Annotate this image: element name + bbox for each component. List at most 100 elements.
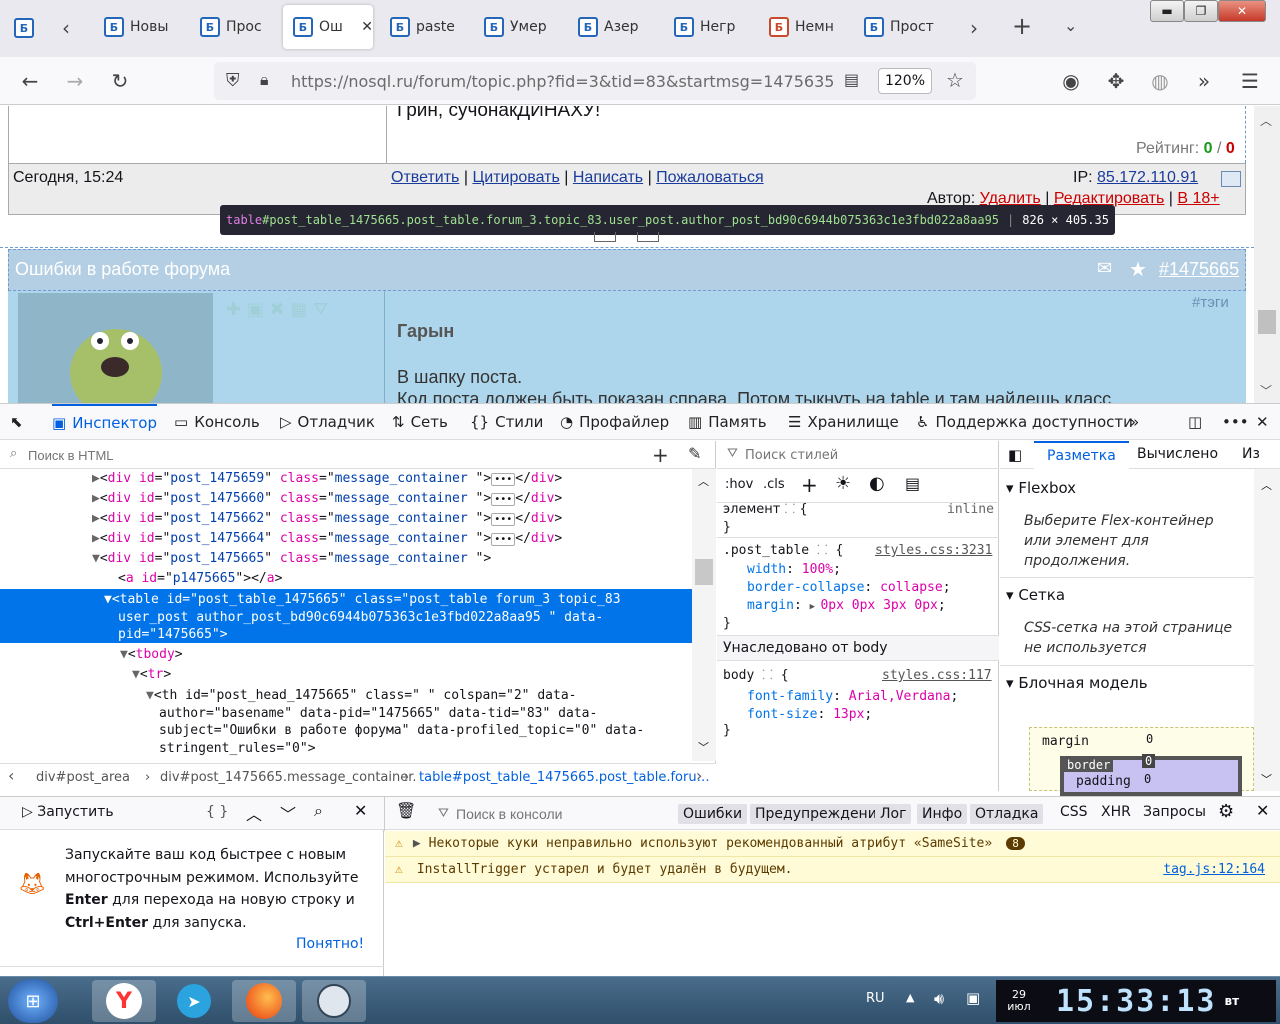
css-property-value[interactable]: 100% — [802, 562, 833, 577]
eyedropper-icon[interactable]: ✎ — [688, 444, 701, 463]
cls-toggle[interactable]: .cls — [763, 477, 785, 492]
devtools-menu-icon[interactable]: ••• — [1222, 404, 1249, 440]
tab-debugger[interactable]: ▷ Отладчик — [280, 404, 375, 440]
account-icon[interactable]: ◉ — [1057, 67, 1085, 95]
filter-css[interactable]: CSS — [1060, 804, 1088, 820]
tab-style-editor[interactable]: {} Стили — [470, 404, 543, 440]
calendar-icon[interactable]: ▦ — [290, 299, 307, 320]
scroll-up-icon[interactable]: ︿ — [1261, 477, 1272, 493]
tab-item[interactable]: Бpastе — [386, 5, 476, 49]
reverse-search-icon[interactable]: ⌕ — [314, 801, 323, 821]
tabs-scroll-left-icon[interactable]: ‹ — [62, 16, 70, 40]
tracking-protection-icon[interactable]: ⛨ — [226, 70, 240, 91]
markup-scrollbar[interactable]: ︿ ﹀ — [692, 469, 716, 761]
tab-item[interactable]: Б Негр — [670, 5, 762, 49]
zoom-level-badge[interactable]: 120% — [878, 68, 932, 94]
padding-top-value[interactable]: 0 — [1144, 772, 1151, 786]
tags-link[interactable]: #тэги — [1192, 294, 1229, 311]
quote-link[interactable]: Цитировать — [472, 169, 559, 186]
scroll-up-icon[interactable]: ︿ — [698, 473, 709, 489]
tab-layout[interactable]: Разметка — [1034, 441, 1129, 469]
close-window-button[interactable]: ✕ — [1218, 0, 1266, 22]
maximize-button[interactable]: ❐ — [1184, 0, 1218, 22]
filter-warnings[interactable]: Предупреждения — [750, 804, 891, 824]
reader-view-icon[interactable]: ▤ — [844, 70, 859, 89]
dock-side-icon[interactable]: ◫ — [1188, 404, 1202, 440]
console-warning-row[interactable]: ⚠ ▶ Некоторые куки неправильно использую… — [385, 831, 1280, 857]
scroll-up-icon[interactable]: ︿ — [1260, 112, 1272, 129]
favorite-star-icon[interactable]: ★ — [1129, 257, 1147, 281]
breadcrumb-item[interactable]: div#post_area — [36, 770, 130, 785]
tray-expand-icon[interactable]: ▲ — [906, 991, 914, 1004]
styles-search-input[interactable] — [745, 444, 985, 466]
tab-item[interactable]: Б Прос — [196, 5, 282, 49]
app-menu-icon[interactable]: ☰ — [1236, 67, 1264, 95]
volume-icon[interactable]: 🔊︎ — [934, 989, 944, 1009]
scroll-down-icon[interactable]: ﹀ — [1261, 771, 1272, 787]
markup-node[interactable]: ▶<div id="post_1475664" class="message_c… — [0, 529, 692, 549]
filter-info[interactable]: Инфо — [917, 804, 968, 824]
author-name[interactable]: Гарын — [397, 321, 454, 342]
url-text[interactable]: https://nosql.ru/forum/topic.php?fid=3&t… — [291, 72, 834, 91]
light-theme-icon[interactable]: ☀ — [835, 473, 851, 494]
warning-source-link[interactable]: tag.js:12:164 — [1163, 862, 1265, 877]
console-search-input[interactable] — [456, 803, 656, 825]
grid-section-header[interactable]: ▾ Сетка — [1006, 586, 1065, 604]
filter-debug[interactable]: Отладка — [970, 804, 1044, 824]
back-button[interactable]: ← — [16, 67, 44, 95]
sidebar-toggle-icon[interactable]: ◧ — [1008, 446, 1022, 464]
tab-accessibility[interactable]: ♿︎ Поддержка доступности — [916, 404, 1133, 440]
new-tab-button[interactable]: + — [1012, 12, 1032, 40]
breadcrumb-right-icon[interactable]: › — [696, 766, 702, 785]
console-settings-icon[interactable]: ⚙ — [1218, 801, 1234, 822]
breadcrumb-item[interactable]: div#post_1475665.message_container. — [160, 770, 417, 785]
block-user-icon[interactable]: ✖ — [270, 299, 285, 320]
url-bar[interactable]: ⛨ 🔒︎ https://nosql.ru/forum/topic.php?fi… — [214, 62, 976, 100]
filter-xhr[interactable]: XHR — [1101, 804, 1131, 820]
hov-toggle[interactable]: :hov — [725, 477, 753, 492]
trash-icon[interactable]: 🗑︎ — [396, 801, 416, 820]
add-rule-icon[interactable]: + — [801, 473, 818, 497]
language-indicator[interactable]: RU — [866, 991, 885, 1006]
profile-card-icon[interactable]: ▣ — [247, 299, 264, 320]
reload-button[interactable]: ↻ — [106, 67, 134, 95]
taskbar-firefox[interactable] — [232, 980, 296, 1022]
scroll-thumb[interactable] — [1258, 310, 1276, 334]
filter-requests[interactable]: Запросы — [1143, 804, 1206, 820]
page-scrollbar[interactable]: ︿ ﹀ — [1254, 106, 1280, 403]
reply-link[interactable]: Ответить — [391, 169, 459, 186]
css-property-value[interactable]: 13px — [833, 707, 864, 722]
margin-top-value[interactable]: 0 — [1146, 732, 1153, 746]
report-link[interactable]: Пожаловаться — [656, 169, 763, 186]
close-devtools-icon[interactable]: ✕ — [1256, 404, 1269, 440]
firefox-view-icon[interactable]: Б — [14, 18, 34, 38]
network-icon[interactable]: ▣ — [966, 989, 980, 1007]
expand-arrow-icon[interactable]: ▶ — [810, 602, 821, 612]
minimize-button[interactable]: ▬ — [1150, 0, 1184, 22]
border-top-value[interactable]: 0 — [1142, 754, 1156, 768]
post-table-source-link[interactable]: styles.css:3231 — [875, 542, 992, 560]
css-property-name[interactable]: width — [747, 562, 786, 577]
tab-item[interactable]: Б Новы — [100, 5, 192, 49]
markup-node[interactable]: ▼<tbody> — [0, 645, 692, 665]
console-warning-row[interactable]: ⚠ InstallTrigger устарел и будет удалён … — [385, 857, 1280, 883]
got-it-link[interactable]: Понятно! — [296, 936, 364, 952]
markup-node[interactable]: ▶<div id="post_1475659" class="message_c… — [0, 469, 692, 489]
tab-profiler[interactable]: ◔ Профайлер — [560, 404, 669, 440]
write-link[interactable]: Написать — [573, 169, 643, 186]
tab-item[interactable]: Б Прост — [860, 5, 952, 49]
markup-node-selected[interactable]: ▼<table id="post_table_1475665" class="p… — [0, 589, 692, 643]
history-up-icon[interactable]: ︿ — [246, 801, 262, 825]
lock-icon[interactable]: 🔒︎ — [260, 70, 269, 90]
globe-icon[interactable]: ◍ — [1146, 67, 1174, 95]
flexbox-section-header[interactable]: ▾ Flexbox — [1006, 479, 1076, 497]
run-button[interactable]: ▷ Запустить — [22, 804, 114, 820]
tab-storage[interactable]: ☰ Хранилище — [788, 404, 899, 440]
dark-theme-icon[interactable]: ◐ — [869, 473, 885, 494]
tab-item[interactable]: Б Немн — [765, 5, 857, 49]
ip-link[interactable]: 85.172.110.91 — [1097, 169, 1198, 186]
expand-arrow-icon[interactable]: ▶ — [413, 836, 421, 851]
markup-node[interactable]: ▼<div id="post_1475665" class="message_c… — [0, 549, 692, 569]
tab-item[interactable]: Б Умер — [480, 5, 570, 49]
box-model-section-header[interactable]: ▾ Блочная модель — [1006, 674, 1148, 692]
